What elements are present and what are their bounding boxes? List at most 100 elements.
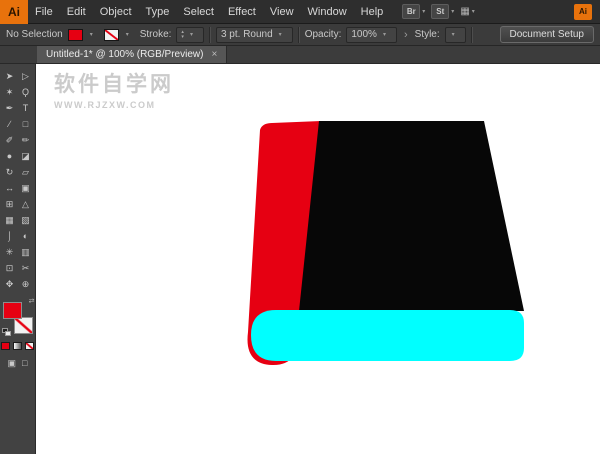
gradient-tool-icon[interactable]: ▧	[18, 212, 34, 228]
separator	[209, 27, 211, 43]
opacity-select[interactable]: 100% ▾	[346, 27, 397, 43]
free-transform-tool-icon[interactable]: ▣	[18, 180, 34, 196]
opacity-value: 100%	[351, 29, 377, 40]
swap-fill-stroke-icon[interactable]: ⇄	[29, 297, 35, 305]
direct-selection-tool-icon[interactable]: ▷	[18, 68, 34, 84]
book-illustration	[36, 64, 600, 454]
bridge-button[interactable]: Br	[402, 4, 420, 19]
type-tool-icon[interactable]: T	[18, 100, 34, 116]
lasso-tool-icon[interactable]: Ϙ	[18, 84, 34, 100]
main-area: ➤▷✶Ϙ✒T∕□✐✏●◪↻▱↔▣⊞△▦▧⌡◐✳▥⊡✂✥⊕ ⇄ ▣ □	[0, 64, 600, 454]
style-select[interactable]: ▾	[445, 27, 466, 43]
stroke-label: Stroke:	[140, 29, 172, 40]
stroke-weight-field[interactable]: ▴ ▾ ▾	[176, 27, 204, 43]
style-dropdown-icon[interactable]: ▾	[452, 31, 455, 38]
watermark-url: WWW.RJZXW.COM	[54, 100, 174, 110]
symbol-sprayer-tool-icon[interactable]: ✳	[2, 244, 18, 260]
artboard-tool-icon[interactable]: ⊡	[2, 260, 18, 276]
separator	[298, 27, 300, 43]
perspective-grid-tool-icon[interactable]: △	[18, 196, 34, 212]
more-options-icon[interactable]: ›	[402, 29, 410, 41]
menu-type[interactable]: Type	[139, 0, 177, 24]
artboard-canvas[interactable]: 软件自学网 WWW.RJZXW.COM	[36, 64, 600, 454]
magic-wand-tool-icon[interactable]: ✶	[2, 84, 18, 100]
drawing-mode-button[interactable]: ▣	[8, 358, 17, 369]
tab-close-icon[interactable]: ×	[211, 50, 217, 60]
selection-tool-icon[interactable]: ➤	[2, 68, 18, 84]
gradient-button[interactable]	[13, 342, 22, 350]
blob-brush-tool-icon[interactable]: ●	[2, 148, 18, 164]
fill-dropdown-icon[interactable]: ▾	[90, 31, 93, 38]
separator	[471, 27, 473, 43]
fill-stroke-controls: ⇄	[3, 300, 33, 334]
menu-view[interactable]: View	[263, 0, 301, 24]
arrange-documents-icon[interactable]: ▦	[460, 6, 469, 17]
default-fill-stroke-icon[interactable]	[2, 328, 11, 336]
menu-window[interactable]: Window	[301, 0, 354, 24]
opacity-dropdown-icon[interactable]: ▾	[383, 31, 386, 38]
column-graph-tool-icon[interactable]: ▥	[18, 244, 34, 260]
blend-tool-icon[interactable]: ◐	[18, 228, 34, 244]
menu-bar: Ai FileEditObjectTypeSelectEffectViewWin…	[0, 0, 600, 24]
document-tab[interactable]: Untitled-1* @ 100% (RGB/Preview) ×	[37, 46, 227, 63]
stock-dropdown-icon[interactable]: ▾	[451, 8, 454, 15]
stroke-weight-stepper[interactable]: ▴ ▾	[181, 30, 184, 40]
book-pages-shape[interactable]	[251, 310, 524, 361]
brush-definition-select[interactable]: 3 pt. Round ▾	[216, 27, 293, 43]
workspace-app-icon[interactable]: Ai	[574, 4, 592, 20]
appbar-group: Br ▾ St ▾ ▦ ▾	[402, 4, 481, 19]
app-logo-icon: Ai	[0, 0, 28, 24]
rectangle-tool-icon[interactable]: □	[18, 116, 34, 132]
color-mode-row	[1, 342, 34, 350]
paintbrush-tool-icon[interactable]: ✐	[2, 132, 18, 148]
pencil-tool-icon[interactable]: ✏	[18, 132, 34, 148]
watermark: 软件自学网 WWW.RJZXW.COM	[54, 68, 174, 110]
book-cover-shape[interactable]	[299, 121, 524, 311]
fill-swatch[interactable]	[3, 302, 22, 319]
tool-grid: ➤▷✶Ϙ✒T∕□✐✏●◪↻▱↔▣⊞△▦▧⌡◐✳▥⊡✂✥⊕	[2, 68, 34, 292]
stepper-down-icon[interactable]: ▾	[181, 35, 184, 40]
mesh-tool-icon[interactable]: ▦	[2, 212, 18, 228]
opacity-label: Opacity:	[305, 29, 342, 40]
stroke-weight-dropdown-icon[interactable]: ▾	[190, 31, 193, 38]
line-tool-icon[interactable]: ∕	[2, 116, 18, 132]
shape-builder-tool-icon[interactable]: ⊞	[2, 196, 18, 212]
stroke-dropdown-icon[interactable]: ▾	[126, 31, 129, 38]
brush-definition-value: 3 pt. Round	[221, 29, 273, 40]
hand-tool-icon[interactable]: ✥	[2, 276, 18, 292]
slice-tool-icon[interactable]: ✂	[18, 260, 34, 276]
watermark-title: 软件自学网	[54, 68, 174, 98]
brush-dropdown-icon[interactable]: ▾	[279, 31, 282, 38]
stock-button[interactable]: St	[431, 4, 449, 19]
menu-edit[interactable]: Edit	[60, 0, 93, 24]
pen-tool-icon[interactable]: ✒	[2, 100, 18, 116]
style-label: Style:	[415, 29, 440, 40]
illustrator-window: Ai FileEditObjectTypeSelectEffectViewWin…	[0, 0, 600, 454]
document-tab-bar: Untitled-1* @ 100% (RGB/Preview) ×	[0, 46, 600, 64]
default-stroke-chip	[5, 331, 11, 336]
zoom-tool-icon[interactable]: ⊕	[18, 276, 34, 292]
none-button[interactable]	[25, 342, 34, 350]
menu-effect[interactable]: Effect	[221, 0, 263, 24]
menu-object[interactable]: Object	[93, 0, 139, 24]
eyedropper-tool-icon[interactable]: ⌡	[2, 228, 18, 244]
stroke-color-swatch[interactable]	[104, 29, 119, 41]
selection-status: No Selection	[6, 29, 63, 40]
fill-color-swatch[interactable]	[68, 29, 83, 41]
tools-panel: ➤▷✶Ϙ✒T∕□✐✏●◪↻▱↔▣⊞△▦▧⌡◐✳▥⊡✂✥⊕ ⇄ ▣ □	[0, 64, 36, 454]
arrange-documents-dropdown-icon[interactable]: ▾	[472, 8, 475, 15]
width-tool-icon[interactable]: ↔	[2, 180, 18, 196]
stroke-swatch[interactable]	[14, 317, 33, 334]
scale-tool-icon[interactable]: ▱	[18, 164, 34, 180]
menu-list: FileEditObjectTypeSelectEffectViewWindow…	[28, 0, 390, 24]
document-setup-button[interactable]: Document Setup	[500, 26, 595, 43]
screen-mode-button[interactable]: □	[22, 358, 27, 369]
color-button[interactable]	[1, 342, 10, 350]
menu-help[interactable]: Help	[354, 0, 391, 24]
bridge-dropdown-icon[interactable]: ▾	[422, 8, 425, 15]
eraser-tool-icon[interactable]: ◪	[18, 148, 34, 164]
menu-file[interactable]: File	[28, 0, 60, 24]
toolbar-bottom-row: ▣ □	[8, 358, 28, 369]
rotate-tool-icon[interactable]: ↻	[2, 164, 18, 180]
menu-select[interactable]: Select	[176, 0, 221, 24]
